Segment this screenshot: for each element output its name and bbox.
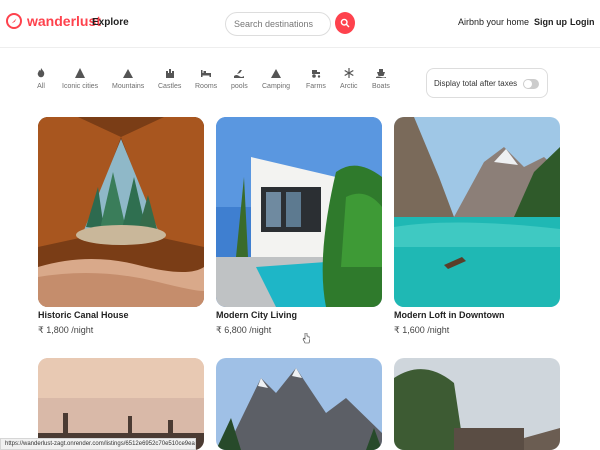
search-input[interactable]: Search destinations [225, 12, 331, 36]
listing-price: ₹ 1,600 /night [394, 325, 450, 335]
filter-label: Farms [306, 83, 326, 90]
brand-name: wanderlust [27, 13, 101, 29]
listing-title[interactable]: Modern City Living [216, 310, 297, 320]
filter-iconic-cities[interactable]: Iconic cities [62, 68, 98, 90]
bed-icon [201, 70, 212, 77]
filter-label: Rooms [195, 83, 218, 90]
filter-label: Castles [158, 83, 182, 90]
fire-icon [37, 68, 45, 78]
listing-price: ₹ 6,800 /night [216, 325, 272, 335]
signup-link[interactable]: Sign up [534, 17, 567, 27]
listing-image[interactable] [394, 358, 560, 450]
compass-icon [6, 13, 22, 29]
listing-price: ₹ 1,800 /night [38, 325, 94, 335]
listing-card[interactable] [216, 358, 382, 450]
host-link[interactable]: Airbnb your home [458, 17, 529, 27]
cursor-hand-icon [302, 333, 310, 344]
filter-all[interactable]: All [36, 68, 46, 90]
status-bar-url: https://wanderlust-zagt.onrender.com/lis… [0, 438, 196, 450]
listing-card[interactable] [38, 358, 204, 450]
filter-rooms[interactable]: Rooms [195, 68, 217, 90]
tax-toggle-label: Display total after taxes [434, 78, 518, 88]
filter-label: Mountains [112, 83, 145, 90]
listing-image[interactable] [38, 117, 204, 307]
mountain-icon [123, 69, 134, 78]
filter-label: Camping [262, 83, 291, 90]
brand-logo[interactable]: wanderlust [6, 13, 101, 29]
page: wanderlust Explore Search destinations A… [0, 0, 600, 450]
filter-farms[interactable]: Farms [306, 68, 326, 90]
search-icon [340, 18, 350, 28]
login-link[interactable]: Login [570, 17, 595, 27]
explore-link[interactable]: Explore [92, 17, 129, 28]
tractor-icon [311, 70, 321, 78]
listing-image[interactable] [216, 117, 382, 307]
listing-card[interactable] [38, 117, 204, 307]
listing-card[interactable] [394, 358, 560, 450]
ship-icon [375, 69, 386, 78]
filter-arctic[interactable]: Arctic [340, 68, 358, 90]
filter-bar: All Iconic cities Mountains Castles Room… [30, 68, 400, 98]
tax-toggle-box[interactable]: Display total after taxes [426, 68, 548, 98]
listing-card[interactable] [216, 117, 382, 307]
search-button[interactable] [335, 12, 355, 34]
filter-pools[interactable]: pools [231, 68, 248, 90]
snowflake-icon [344, 68, 354, 78]
filter-label: Iconic cities [62, 83, 99, 90]
listing-image[interactable] [216, 358, 382, 450]
listing-image[interactable] [394, 117, 560, 307]
filter-label: Boats [372, 83, 390, 90]
navbar: wanderlust Explore Search destinations A… [0, 0, 600, 48]
filter-label: pools [231, 83, 248, 90]
castle-icon [165, 69, 174, 78]
listing-title[interactable]: Modern Loft in Downtown [394, 310, 504, 320]
listing-card[interactable] [394, 117, 560, 307]
filter-camping[interactable]: Camping [262, 68, 290, 90]
city-icon [75, 68, 86, 78]
filter-castles[interactable]: Castles [158, 68, 181, 90]
filter-label: Arctic [340, 83, 358, 90]
filter-label: All [37, 83, 45, 90]
listing-image[interactable] [38, 358, 204, 450]
filter-boats[interactable]: Boats [372, 68, 390, 90]
filter-mountains[interactable]: Mountains [112, 68, 144, 90]
tent-icon [271, 69, 281, 78]
listing-title[interactable]: Historic Canal House [38, 310, 129, 320]
pool-icon [234, 70, 245, 78]
tax-switch[interactable] [523, 79, 539, 89]
